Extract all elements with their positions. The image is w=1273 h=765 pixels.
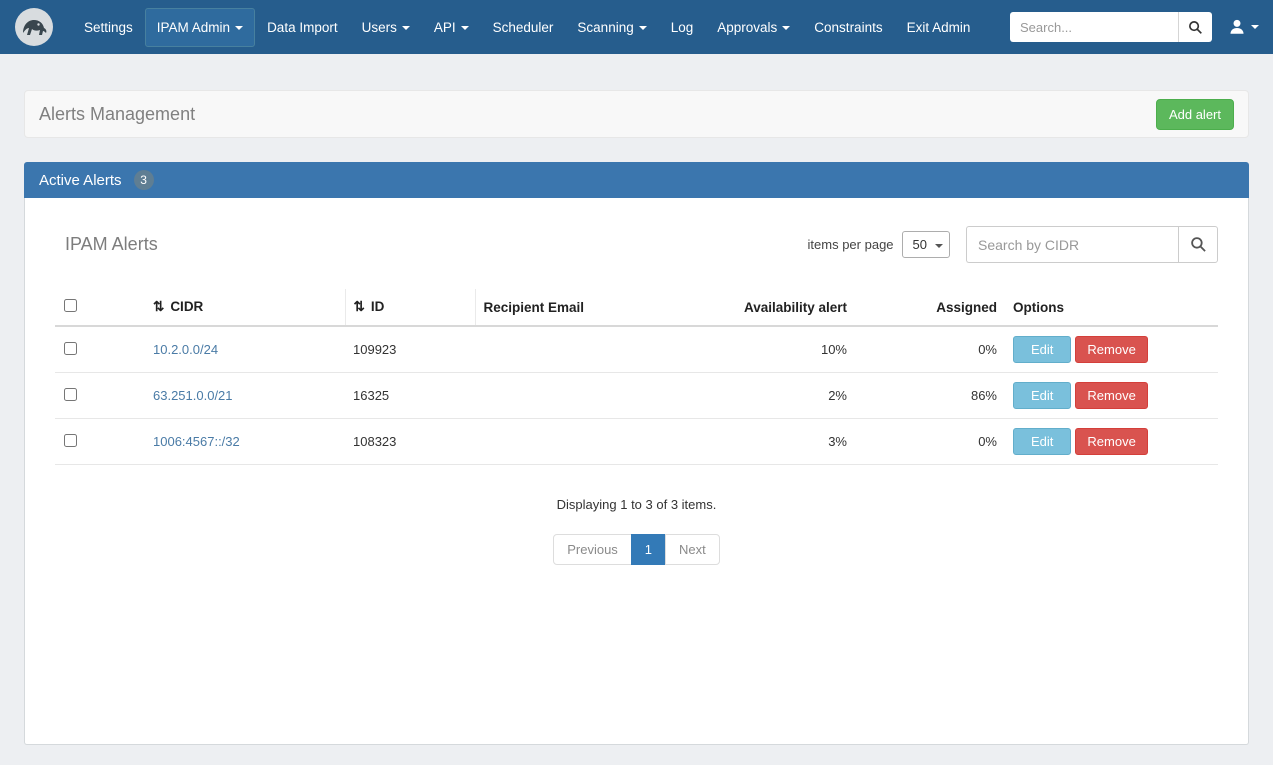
column-header-recipient-email: Recipient Email xyxy=(475,289,725,326)
row-checkbox[interactable] xyxy=(64,434,77,447)
cidr-search-button[interactable] xyxy=(1178,226,1218,263)
chevron-down-icon xyxy=(402,26,410,30)
edit-button[interactable]: Edit xyxy=(1013,336,1071,363)
row-checkbox[interactable] xyxy=(64,342,77,355)
pagination-page-1[interactable]: 1 xyxy=(631,534,666,565)
user-icon xyxy=(1228,18,1246,36)
nav-item-scanning[interactable]: Scanning xyxy=(565,8,658,47)
chevron-down-icon xyxy=(935,244,943,248)
nav-item-approvals[interactable]: Approvals xyxy=(705,8,802,47)
items-per-page-select[interactable]: 50 xyxy=(902,231,950,258)
sort-icon[interactable]: ⇅ xyxy=(354,299,365,314)
panel-title: Active Alerts xyxy=(39,172,122,189)
cidr-link[interactable]: 63.251.0.0/21 xyxy=(153,388,233,403)
user-menu[interactable] xyxy=(1228,18,1259,36)
table-summary: Displaying 1 to 3 of 3 items. xyxy=(55,497,1218,512)
items-per-page-label: items per page xyxy=(808,237,894,252)
nav-item-constraints[interactable]: Constraints xyxy=(802,8,894,47)
remove-button[interactable]: Remove xyxy=(1075,382,1147,409)
pagination-next[interactable]: Next xyxy=(665,534,720,565)
pagination-previous[interactable]: Previous xyxy=(553,534,632,565)
cidr-search xyxy=(966,226,1218,263)
search-button[interactable] xyxy=(1178,12,1212,42)
column-header-id[interactable]: ID xyxy=(371,299,385,314)
add-alert-button[interactable]: Add alert xyxy=(1156,99,1234,130)
panel-header: Active Alerts 3 xyxy=(24,162,1249,198)
table-row: 10.2.0.0/24 109923 10% 0% EditRemove xyxy=(55,326,1218,373)
assigned-cell: 0% xyxy=(855,419,1005,465)
chevron-down-icon xyxy=(461,26,469,30)
column-header-assigned: Assigned xyxy=(855,289,1005,326)
nav-item-scheduler[interactable]: Scheduler xyxy=(481,8,566,47)
remove-button[interactable]: Remove xyxy=(1075,336,1147,363)
alerts-count-badge: 3 xyxy=(134,170,154,190)
nav-item-label: API xyxy=(434,20,456,35)
sort-icon[interactable]: ⇅ xyxy=(153,299,164,314)
global-search xyxy=(1010,12,1212,42)
cidr-link[interactable]: 10.2.0.0/24 xyxy=(153,342,218,357)
nav-item-label: IPAM Admin xyxy=(157,20,230,35)
active-alerts-panel: Active Alerts 3 IPAM Alerts items per pa… xyxy=(24,162,1249,745)
column-header-cidr[interactable]: CIDR xyxy=(170,299,203,314)
main-content: Alerts Management Add alert Active Alert… xyxy=(24,90,1249,745)
pagination: Previous 1 Next xyxy=(55,534,1218,565)
id-cell: 16325 xyxy=(345,373,475,419)
cidr-link[interactable]: 1006:4567::/32 xyxy=(153,434,240,449)
nav-item-users[interactable]: Users xyxy=(350,8,422,47)
column-header-availability: Availability alert xyxy=(725,289,855,326)
chevron-down-icon xyxy=(639,26,647,30)
nav-item-settings[interactable]: Settings xyxy=(72,8,145,47)
availability-cell: 10% xyxy=(725,326,855,373)
nav-menu: Settings IPAM Admin Data Import Users AP… xyxy=(72,8,1010,47)
elephant-logo-icon xyxy=(14,7,54,47)
email-cell xyxy=(475,373,725,419)
remove-button[interactable]: Remove xyxy=(1075,428,1147,455)
nav-item-label: Users xyxy=(362,20,397,35)
nav-item-log[interactable]: Log xyxy=(659,8,706,47)
column-header-options: Options xyxy=(1005,289,1218,326)
edit-button[interactable]: Edit xyxy=(1013,428,1071,455)
id-cell: 108323 xyxy=(345,419,475,465)
availability-cell: 2% xyxy=(725,373,855,419)
chevron-down-icon xyxy=(782,26,790,30)
table-row: 63.251.0.0/21 16325 2% 86% EditRemove xyxy=(55,373,1218,419)
chevron-down-icon xyxy=(1251,25,1259,29)
nav-item-ipam-admin[interactable]: IPAM Admin xyxy=(145,8,255,47)
items-per-page-value: 50 xyxy=(913,237,927,252)
select-all-checkbox[interactable] xyxy=(64,299,77,312)
nav-item-data-import[interactable]: Data Import xyxy=(255,8,350,47)
email-cell xyxy=(475,419,725,465)
page-title-bar: Alerts Management Add alert xyxy=(24,90,1249,138)
table-title: IPAM Alerts xyxy=(65,234,158,255)
page-title: Alerts Management xyxy=(39,104,195,125)
table-toolbar: IPAM Alerts items per page 50 xyxy=(55,226,1218,263)
navbar-right xyxy=(1010,12,1259,42)
table-header-row: ⇅ CIDR ⇅ ID Recipient Email Availability a… xyxy=(55,289,1218,326)
panel-body: IPAM Alerts items per page 50 xyxy=(24,198,1249,745)
id-cell: 109923 xyxy=(345,326,475,373)
table-row: 1006:4567::/32 108323 3% 0% EditRemove xyxy=(55,419,1218,465)
email-cell xyxy=(475,326,725,373)
toolbar-controls: items per page 50 xyxy=(808,226,1218,263)
edit-button[interactable]: Edit xyxy=(1013,382,1071,409)
search-icon xyxy=(1188,20,1203,35)
nav-item-label: Scanning xyxy=(577,20,633,35)
alerts-table: ⇅ CIDR ⇅ ID Recipient Email Availability a… xyxy=(55,289,1218,465)
nav-item-label: Approvals xyxy=(717,20,777,35)
nav-item-exit-admin[interactable]: Exit Admin xyxy=(895,8,983,47)
assigned-cell: 0% xyxy=(855,326,1005,373)
search-input[interactable] xyxy=(1010,12,1178,42)
chevron-down-icon xyxy=(235,26,243,30)
nav-item-api[interactable]: API xyxy=(422,8,481,47)
phpipam-logo[interactable] xyxy=(14,7,54,47)
cidr-search-input[interactable] xyxy=(966,226,1178,263)
top-navbar: Settings IPAM Admin Data Import Users AP… xyxy=(0,0,1273,54)
availability-cell: 3% xyxy=(725,419,855,465)
row-checkbox[interactable] xyxy=(64,388,77,401)
search-icon xyxy=(1190,236,1207,253)
assigned-cell: 86% xyxy=(855,373,1005,419)
